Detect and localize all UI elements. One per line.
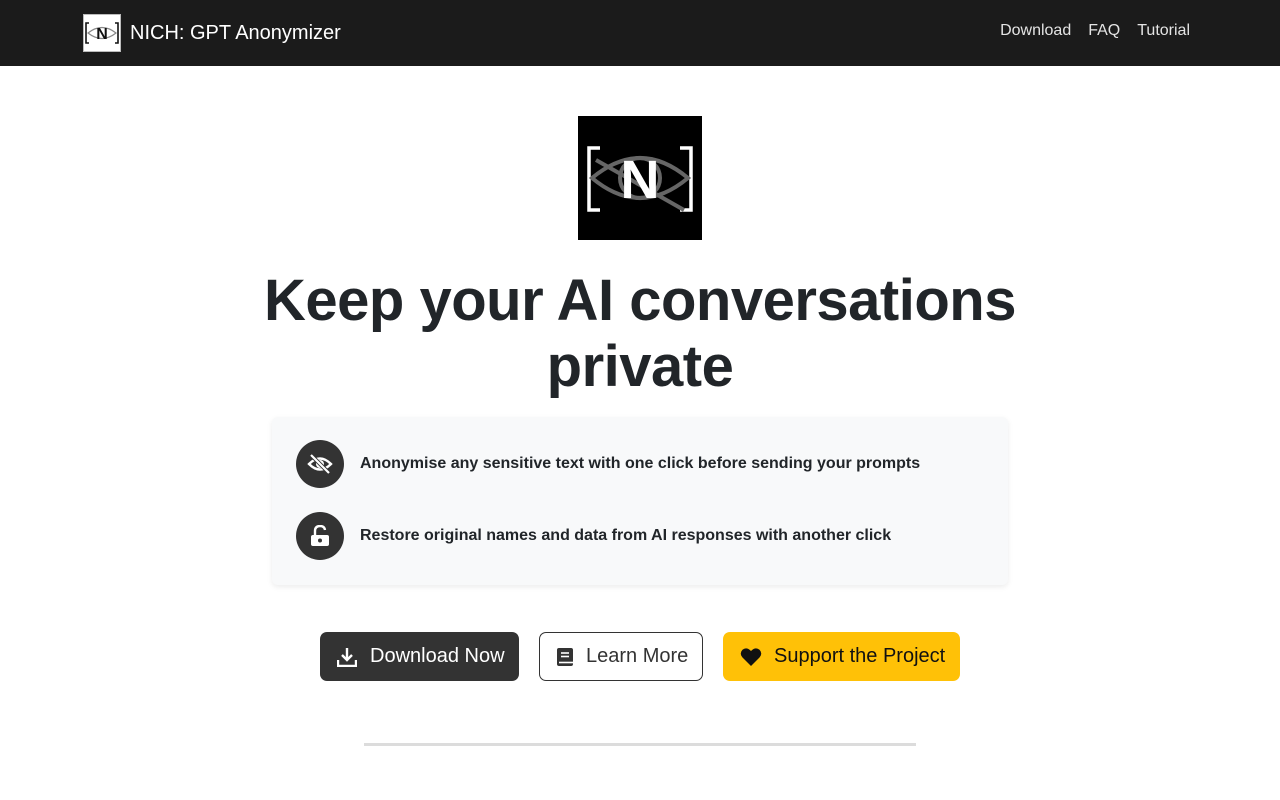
feature-item: Anonymise any sensitive text with one cl… [296,440,920,488]
download-icon [337,647,357,667]
brand[interactable]: N NICH: GPT Anonymizer [83,14,341,52]
learn-more-label: Learn More [586,645,689,667]
learn-more-button[interactable]: Learn More [539,632,703,681]
nav-link-faq[interactable]: FAQ [1088,22,1120,40]
eye-slash-icon [296,440,344,488]
nav-link-download[interactable]: Download [1000,22,1071,40]
support-project-label: Support the Project [774,645,946,667]
download-now-button[interactable]: Download Now [320,632,519,681]
book-icon [556,647,574,667]
top-navbar: N NICH: GPT Anonymizer Download FAQ Tuto… [0,0,1280,66]
section-divider [364,743,916,746]
feature-item: Restore original names and data from AI … [296,512,891,560]
features-card: Anonymise any sensitive text with one cl… [272,417,1008,585]
nav-link-tutorial[interactable]: Tutorial [1137,22,1190,40]
download-now-label: Download Now [370,645,505,667]
page-title: Keep your AI conversations private [240,268,1040,400]
feature-text: Anonymise any sensitive text with one cl… [360,455,921,472]
heart-icon [740,647,762,667]
brand-name: NICH: GPT Anonymizer [130,21,341,44]
nav-links: Download FAQ Tutorial [983,22,1190,40]
support-project-button[interactable]: Support the Project [723,632,960,681]
unlock-icon [296,512,344,560]
hero-logo: N [578,116,702,240]
feature-text: Restore original names and data from AI … [360,527,892,544]
title-line-1: Keep your AI conversations [264,268,1016,333]
brand-logo: N [83,14,121,52]
svg-text:N: N [96,26,108,43]
title-line-2: private [546,334,734,399]
brand-logo-icon: N [85,22,119,44]
hero-logo-icon: N [587,146,693,212]
svg-text:N: N [621,150,660,210]
